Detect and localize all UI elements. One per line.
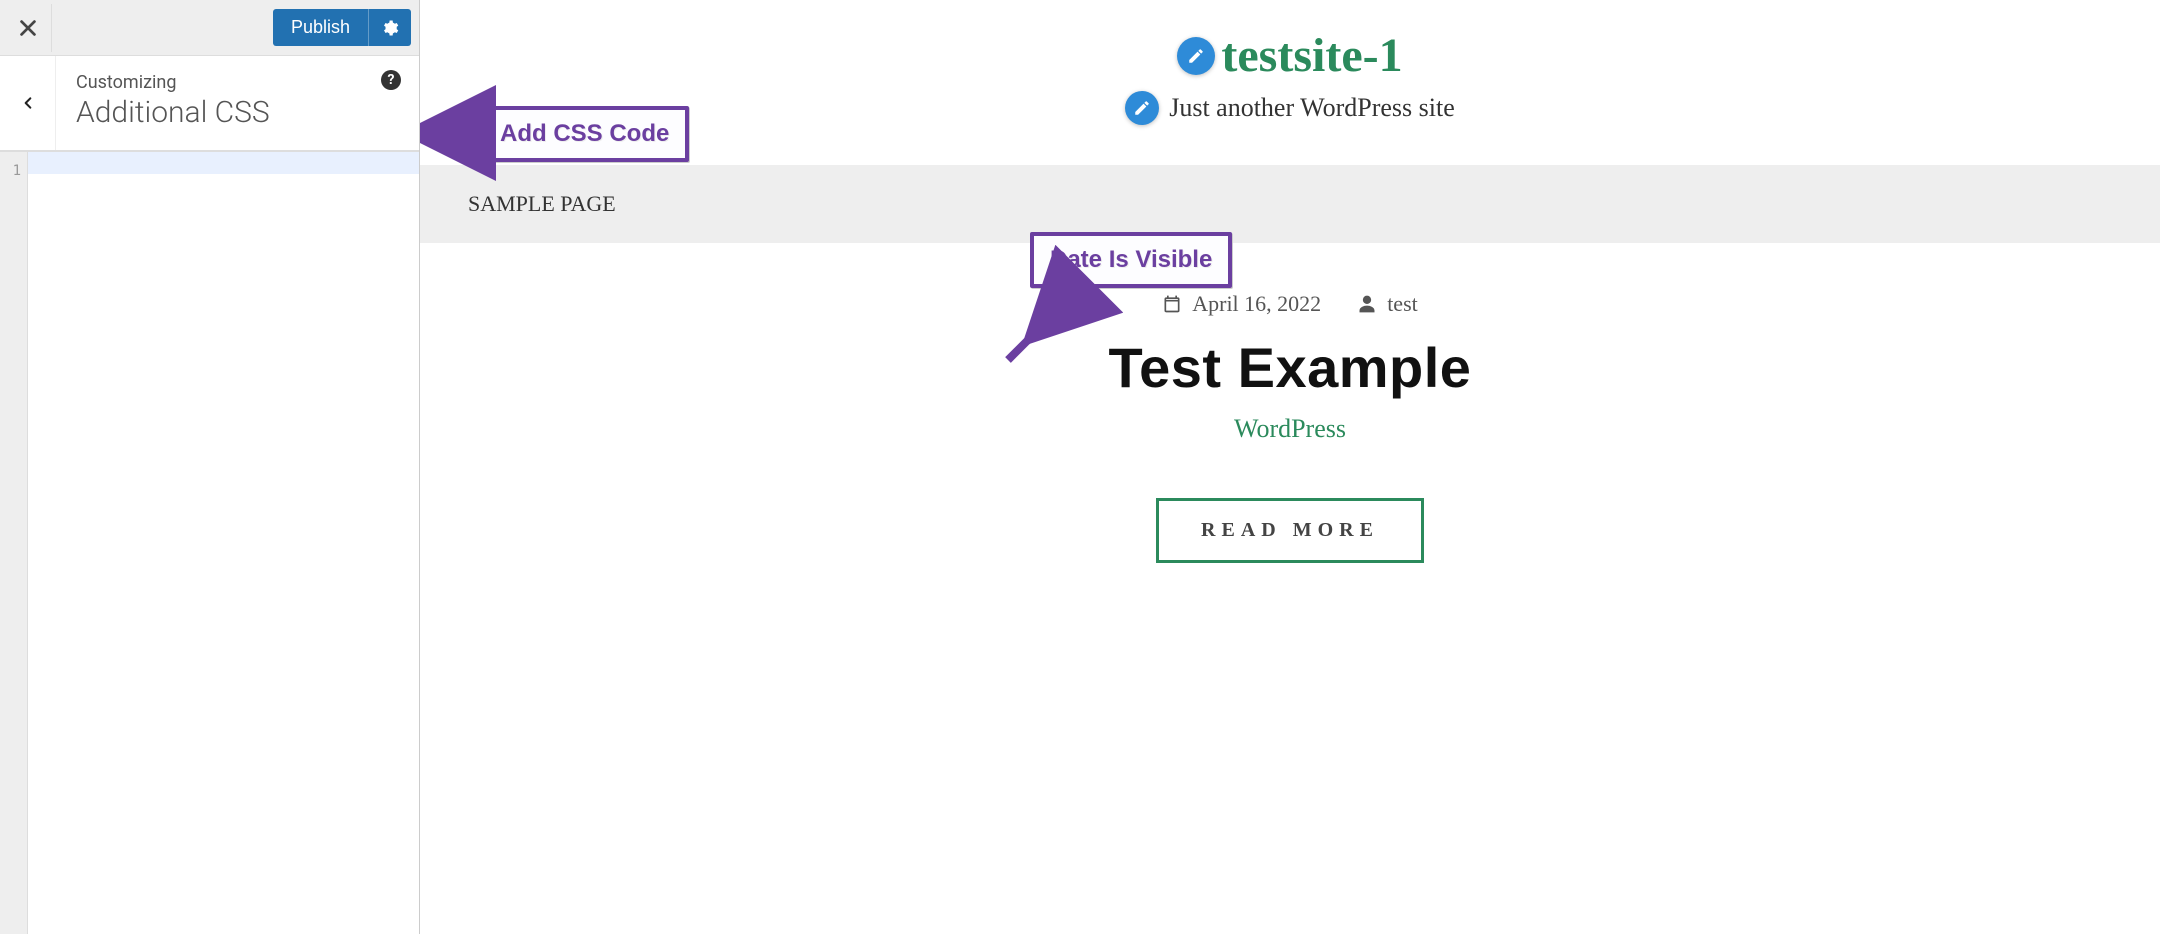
pencil-icon	[1133, 99, 1151, 117]
close-icon	[17, 17, 39, 39]
publish-settings-button[interactable]	[368, 9, 411, 46]
calendar-icon	[1162, 294, 1182, 314]
chevron-left-icon	[21, 92, 35, 114]
annotation-add-css: Add CSS Code	[480, 106, 689, 162]
site-preview: testsite-1 Just another WordPress site S…	[420, 0, 2160, 934]
post-author: test	[1357, 291, 1418, 317]
post-author-text: test	[1387, 291, 1418, 317]
publish-group: Publish	[273, 9, 411, 46]
post-card: April 16, 2022 test Test Example WordPre…	[468, 243, 2112, 623]
post-date-text: April 16, 2022	[1192, 291, 1321, 317]
back-button[interactable]	[0, 56, 56, 150]
panel-titles: Customizing Additional CSS ?	[56, 56, 419, 150]
close-customizer-button[interactable]	[4, 4, 52, 52]
site-tagline: Just another WordPress site	[1169, 93, 1455, 123]
publish-button[interactable]: Publish	[273, 9, 368, 46]
nav-bar: SAMPLE PAGE	[420, 165, 2160, 243]
panel-title: Additional CSS	[76, 95, 399, 130]
annotation-arrow-date	[988, 282, 1098, 386]
panel-header: Customizing Additional CSS ?	[0, 56, 419, 151]
site-title[interactable]: testsite-1	[1221, 28, 1402, 83]
pencil-icon	[1187, 47, 1205, 65]
css-editor: 1	[0, 151, 419, 934]
edit-tagline-button[interactable]	[1125, 91, 1159, 125]
gear-icon	[381, 19, 399, 37]
help-button[interactable]: ?	[381, 70, 401, 90]
panel-breadcrumb: Customizing	[76, 72, 399, 93]
editor-gutter: 1	[0, 152, 28, 934]
line-number: 1	[0, 160, 27, 182]
nav-item-sample-page[interactable]: SAMPLE PAGE	[468, 191, 616, 216]
customizer-panel: Publish Customizing Additional CSS ? 1	[0, 0, 420, 934]
customizer-topbar: Publish	[0, 0, 419, 56]
read-more-button[interactable]: READ MORE	[1156, 498, 1424, 563]
annotation-arrow-add-css	[420, 108, 490, 162]
post-category[interactable]: WordPress	[508, 414, 2072, 444]
edit-site-title-button[interactable]	[1177, 37, 1215, 75]
post-title[interactable]: Test Example	[508, 335, 2072, 400]
user-icon	[1357, 294, 1377, 314]
post-date: April 16, 2022	[1162, 291, 1321, 317]
post-meta: April 16, 2022 test	[508, 291, 2072, 317]
annotation-date-visible: Date Is Visible	[1030, 232, 1232, 288]
css-code-input[interactable]	[28, 152, 419, 934]
